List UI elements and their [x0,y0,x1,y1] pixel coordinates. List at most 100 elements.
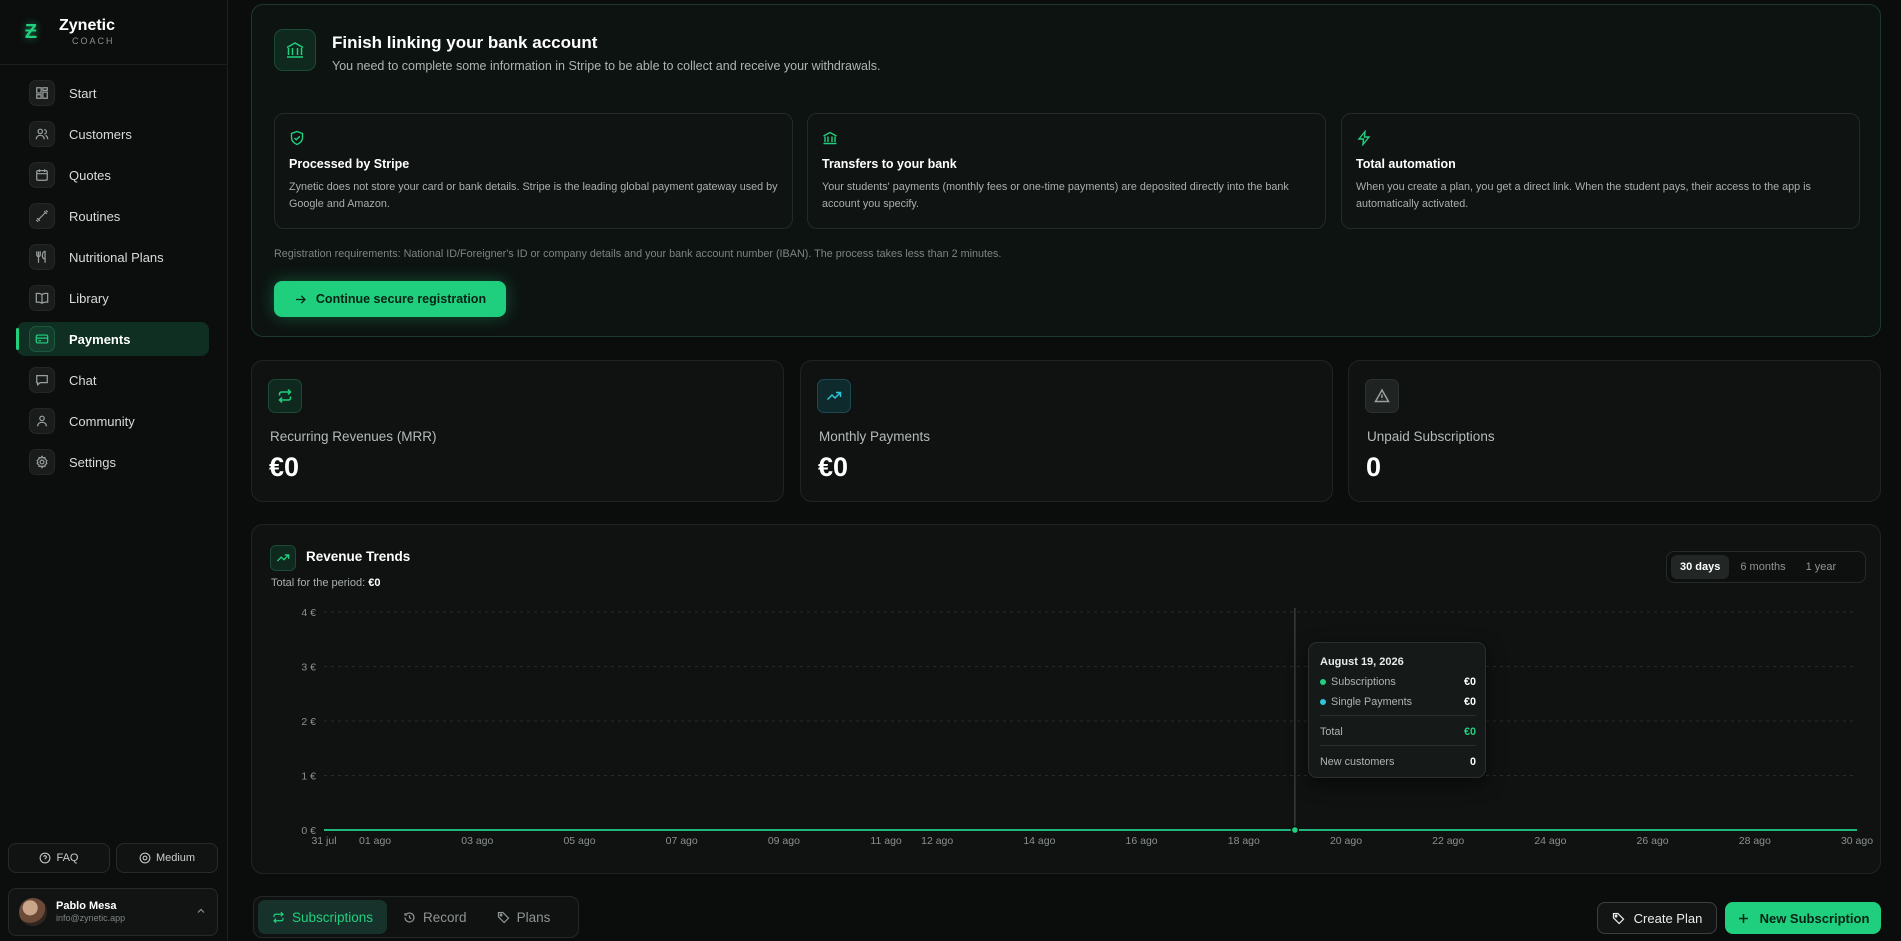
brand-name: Zynetic [59,17,116,34]
x-tick-label: 11 ago [870,835,901,847]
chat-icon [29,367,55,393]
tooltip-row-subscriptions: Subscriptions €0 [1320,676,1476,688]
stat-label: Monthly Payments [819,429,931,444]
history-icon [404,911,415,923]
sidebar-item-library[interactable]: Library [17,281,209,315]
new-subscription-button[interactable]: New Subscription [1725,902,1881,934]
faq-button[interactable]: FAQ [8,843,110,873]
user-name: Pablo Mesa [56,900,117,912]
sidebar-item-label: Community [69,413,135,429]
sidebar-item-nutritional-plans[interactable]: Nutritional Plans [17,240,209,274]
tag-icon [1612,912,1625,924]
y-tick-label: 3 € [301,662,316,674]
period-total-label: Total for the period: [271,577,366,589]
tooltip-value: €0 [1463,726,1476,738]
users-icon [29,121,55,147]
range-1-year[interactable]: 1 year [1797,555,1846,579]
tooltip-label: Subscriptions [1331,676,1396,688]
book-icon [29,285,55,311]
x-tick-label: 30 ago [1841,835,1873,847]
tooltip-label: Single Payments [1331,696,1413,708]
plus-icon [1738,913,1748,923]
x-tick-label: 16 ago [1126,835,1158,847]
divider [0,64,228,65]
sidebar-item-routines[interactable]: Routines [17,199,209,233]
utensils-icon [29,244,55,270]
user-email: info@zynetic.app [56,913,126,924]
tab-record[interactable]: Record [389,900,481,934]
arrow-right-icon [295,294,306,304]
avatar [19,898,47,926]
community-icon [29,408,55,434]
stat-card-monthly-payments: Monthly Payments €0 [800,360,1333,502]
chevron-up-icon[interactable] [195,905,207,917]
stat-value: €0 [818,452,849,482]
feature-card-transfers: Transfers to your bank Your students' pa… [807,113,1326,229]
range-6-months[interactable]: 6 months [1731,555,1794,579]
feature-card-automation: Total automation When you create a plan,… [1341,113,1860,229]
x-tick-label: 14 ago [1023,835,1055,847]
medium-button[interactable]: Medium [116,843,218,873]
revenue-chart: 0 €1 €2 €3 €4 €31 jul 01 ago 03 ago 05 ago 0… [301,607,1873,847]
divider [1320,715,1476,716]
sidebar-item-label: Start [69,85,97,101]
brand-subtitle: COACH [72,36,115,46]
faq-label: FAQ [56,852,79,864]
x-tick-label: 03 ago [461,835,493,847]
gear-icon [29,449,55,475]
sidebar-item-chat[interactable]: Chat [17,363,209,397]
x-tick-label: 05 ago [563,835,595,847]
sidebar-item-community[interactable]: Community [17,404,209,438]
x-tick-label: 12 ago [921,835,953,847]
x-tick-label: 01 ago [359,835,391,847]
stat-label: Unpaid Subscriptions [1367,429,1495,444]
medium-label: Medium [155,852,196,864]
sidebar-footer-buttons: FAQ Medium [8,843,218,873]
bank-description: You need to complete some information in… [332,59,881,73]
trending-up-icon [270,545,296,571]
sidebar-item-settings[interactable]: Settings [17,445,209,479]
stat-card-unpaid-subscriptions: Unpaid Subscriptions 0 [1348,360,1881,502]
y-tick-label: 1 € [301,771,316,783]
sidebar-item-label: Nutritional Plans [69,249,164,265]
feature-description: When you create a plan, you get a direct… [1356,181,1811,210]
tooltip-row-new-customers: New customers 0 [1320,756,1476,768]
sidebar-item-customers[interactable]: Customers [17,117,209,151]
feature-description: Zynetic does not store your card or bank… [289,181,778,210]
sidebar: Ƶ Zynetic COACH Start Customers Quotes R… [0,0,228,941]
x-tick-label: 07 ago [666,835,698,847]
sidebar-item-quotes[interactable]: Quotes [17,158,209,192]
x-tick-label: 20 ago [1330,835,1362,847]
y-tick-label: 4 € [301,607,316,619]
help-icon [40,852,51,864]
dumbbell-icon [29,203,55,229]
stat-card-mrr: Recurring Revenues (MRR) €0 [251,360,784,502]
repeat-icon [273,911,284,923]
continue-registration-label: Continue secure registration [315,292,487,306]
user-profile-card[interactable]: Pablo Mesa info@zynetic.app [8,888,218,936]
sidebar-item-label: Chat [69,372,97,388]
create-plan-button[interactable]: Create Plan [1597,902,1717,934]
range-30-days[interactable]: 30 days [1671,555,1730,579]
sidebar-item-start[interactable]: Start [17,76,209,110]
tab-plans[interactable]: Plans [483,900,565,934]
tab-label: Record [423,909,467,925]
repeat-icon [268,379,302,413]
tab-label: Subscriptions [292,909,374,925]
continue-registration-button[interactable]: Continue secure registration [274,281,506,317]
feature-title: Processed by Stripe [289,157,410,171]
bank-title: Finish linking your bank account [332,33,598,52]
credit-card-icon [29,326,55,352]
calendar-icon [29,162,55,188]
x-tick-label: 09 ago [768,835,800,847]
sidebar-item-label: Settings [69,454,116,470]
tag-icon [497,911,509,923]
sidebar-item-payments[interactable]: Payments [16,322,209,356]
sidebar-item-label: Customers [69,126,132,142]
warning-icon [1365,379,1399,413]
brand[interactable]: Ƶ Zynetic COACH [18,14,115,50]
dashboard-icon [29,80,55,106]
tab-subscriptions[interactable]: Subscriptions [258,900,388,934]
sidebar-item-label: Library [69,290,109,306]
tooltip-value: 0 [1469,756,1476,768]
